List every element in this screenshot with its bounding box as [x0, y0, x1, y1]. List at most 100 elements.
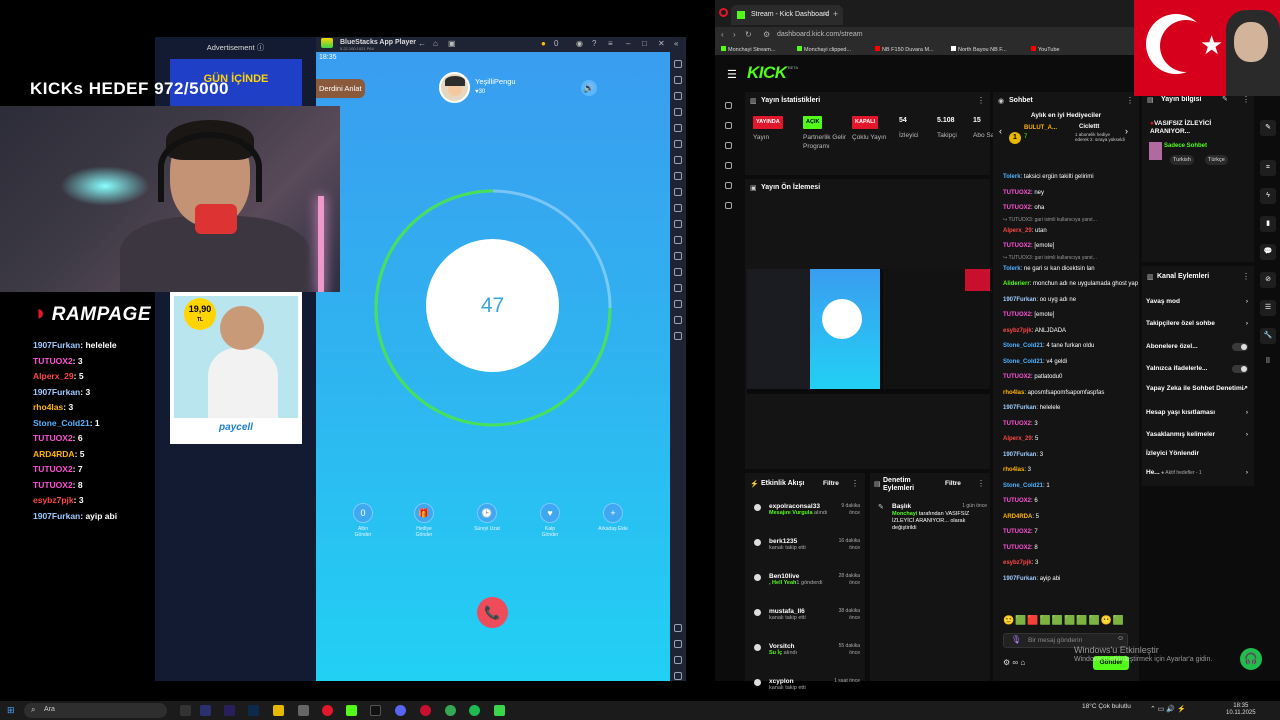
channel-action-row[interactable]: Yavaş mod ›: [1146, 298, 1252, 306]
account-icon[interactable]: ◉: [576, 39, 583, 48]
community-icon[interactable]: [725, 182, 732, 189]
discord-icon[interactable]: [395, 705, 406, 716]
chat-user[interactable]: Alperx_29: [1003, 436, 1032, 442]
tag-turkish[interactable]: Turkish: [1170, 155, 1194, 165]
chat-user[interactable]: rho4las: [1003, 390, 1024, 396]
kick-logo[interactable]: KICK: [747, 63, 787, 83]
minimize-icon[interactable]: –: [626, 39, 630, 48]
pencil-icon[interactable]: ✎: [1260, 120, 1276, 136]
chat-message[interactable]: ARD4RDA: 5: [1003, 510, 1138, 526]
channel-action-row[interactable]: Abonelere özel...: [1146, 343, 1252, 351]
chat-message[interactable]: esybz7pjk: 3: [1003, 556, 1138, 572]
moderation-more-icon[interactable]: ⋮: [977, 479, 985, 488]
wallet-icon[interactable]: ▮: [1260, 216, 1276, 232]
bluestacks-tool-icon[interactable]: [674, 60, 682, 68]
back-icon[interactable]: ←: [418, 39, 426, 48]
bluestacks-tool-icon[interactable]: [674, 656, 682, 664]
channel-action-row[interactable]: He... ● Aktif hedefler - 1 ›: [1146, 469, 1252, 477]
tag-turkce[interactable]: Türkçe: [1205, 155, 1228, 165]
gifters-prev-icon[interactable]: ‹: [999, 126, 1002, 136]
stream-preview-video[interactable]: [747, 269, 990, 394]
bluestacks-tool-icon[interactable]: [674, 672, 682, 680]
chat-user[interactable]: Alperx_29: [1003, 228, 1032, 234]
call-action-button[interactable]: 🎁 Hediye Gönder: [399, 503, 449, 538]
channel-action-row[interactable]: Hesap yaşı kısıtlaması ›: [1146, 409, 1252, 417]
bookmark-item[interactable]: Monchayi Stream...: [721, 46, 775, 53]
activity-event[interactable]: Vorsitch Su İç alındı 55 dakika önce: [754, 643, 864, 657]
site-info-icon[interactable]: ⚙: [763, 30, 770, 39]
channel-action-row[interactable]: Yalnızca ifadelerle...: [1146, 365, 1252, 373]
bluestacks-tool-icon[interactable]: [674, 316, 682, 324]
chat-message[interactable]: 1907Furkan: 3: [1003, 448, 1138, 464]
opera-taskbar-icon[interactable]: [322, 705, 333, 716]
chat-tools-icons[interactable]: ⚙ ∞ ⌂: [1003, 658, 1025, 667]
bluestacks-tool-icon[interactable]: [674, 140, 682, 148]
chat-user[interactable]: Aliderierr: [1003, 281, 1030, 287]
trophy-icon[interactable]: [725, 142, 732, 149]
chat-user[interactable]: TUTUOX2: [1003, 190, 1031, 196]
premiere-rush-icon[interactable]: [224, 705, 235, 716]
notepad-icon[interactable]: [298, 705, 309, 716]
start-icon[interactable]: ⊞: [7, 705, 15, 716]
moderation-icon[interactable]: [725, 162, 732, 169]
home-icon[interactable]: ⌂: [433, 39, 438, 48]
call-action-button[interactable]: + Arkadaş Ekle: [588, 503, 638, 532]
channel-action-row[interactable]: İzleyici Yönlendir: [1146, 450, 1252, 458]
chat-message[interactable]: 1907Furkan: ayip abi: [1003, 572, 1138, 588]
file-explorer-icon[interactable]: [273, 705, 284, 716]
stream-icon[interactable]: [725, 102, 732, 109]
chat-more-icon[interactable]: ⋮: [1126, 96, 1134, 105]
chat-bubble-icon[interactable]: 💬: [1260, 244, 1276, 260]
chat-message[interactable]: TUTUOX2: 6: [1003, 494, 1138, 510]
bluestacks-tool-icon[interactable]: [674, 204, 682, 212]
chat-user[interactable]: 1907Furkan: [1003, 576, 1036, 582]
edit-info-icon[interactable]: ✎: [1222, 95, 1228, 103]
mic-icon[interactable]: 🎙: [1011, 635, 1021, 644]
chat-message[interactable]: Stone_Cold21: 4 tane furkan oldu: [1003, 339, 1138, 355]
bluestacks-tool-icon[interactable]: [674, 640, 682, 648]
activity-event[interactable]: berk1235 kanalı takip etti 16 dakika önce: [754, 538, 864, 552]
channel-actions-more-icon[interactable]: ⋮: [1242, 272, 1250, 281]
chat-message[interactable]: TUTUOX2: patlatodu0: [1003, 370, 1138, 386]
spotify-icon[interactable]: [469, 705, 480, 716]
chat-user[interactable]: Stone_Cold21: [1003, 359, 1043, 365]
stats-more-icon[interactable]: ⋮: [977, 96, 985, 105]
back-arrow-icon[interactable]: ‹: [721, 30, 724, 39]
activity-event[interactable]: expolraconsal33 Mesajını Vurgula alındı 9 …: [754, 503, 864, 517]
menu-icon[interactable]: ≡: [608, 39, 613, 48]
chat-user[interactable]: 1907Furkan: [1003, 297, 1036, 303]
tray-icons[interactable]: ⌃ ▭ 🔊 ⚡: [1150, 705, 1186, 713]
opera-icon[interactable]: [719, 8, 728, 17]
info-more-icon[interactable]: ⋮: [1242, 95, 1250, 104]
bluestacks-tool-icon[interactable]: [674, 284, 682, 292]
premiere-icon[interactable]: [200, 705, 211, 716]
bluestacks-tool-icon[interactable]: [674, 76, 682, 84]
moderation-filter-button[interactable]: Filtre: [945, 480, 961, 487]
chrome-icon[interactable]: [445, 705, 456, 716]
channel-action-row[interactable]: Takipçilere özel sohbe ›: [1146, 320, 1252, 328]
flash-icon[interactable]: ϟ: [1260, 188, 1276, 204]
toggle-switch[interactable]: [1232, 343, 1248, 351]
chat-message[interactable]: TUTUOX2: 7: [1003, 525, 1138, 541]
derdini-anlat-button[interactable]: Derdini Anlat: [316, 79, 365, 98]
chat-message[interactable]: Stone_Cold21: v4 geldi: [1003, 355, 1138, 371]
collapse-sidebar-icon[interactable]: «: [674, 39, 678, 48]
close-icon[interactable]: ✕: [658, 39, 665, 48]
tab-close-icon[interactable]: ✕: [823, 10, 829, 18]
caller-avatar[interactable]: [439, 72, 470, 103]
activity-event[interactable]: Ben10live, Hell Yeah1 gönderdi 28 dakika …: [754, 573, 864, 587]
chat-message[interactable]: Tolerk: taksici ergün takilti gelirimi: [1003, 170, 1138, 186]
chat-message[interactable]: Alperx_29: 5: [1003, 432, 1138, 448]
support-button[interactable]: 🎧: [1240, 648, 1262, 670]
bluestacks-tool-icon[interactable]: [674, 156, 682, 164]
chat-message[interactable]: esybz7pjk: ANLJDADA: [1003, 324, 1138, 340]
chat-user[interactable]: ARD4RDA: [1003, 514, 1032, 520]
chat-message[interactable]: Alperx_29: utan: [1003, 224, 1138, 240]
clip-icon[interactable]: ⌗: [1260, 160, 1276, 176]
obs-icon[interactable]: [370, 705, 381, 716]
chat-user[interactable]: esybz7pjk: [1003, 560, 1032, 566]
emoji-icon[interactable]: ☺: [1117, 635, 1124, 642]
chat-user[interactable]: TUTUOX2: [1003, 498, 1031, 504]
chat-user[interactable]: Stone_Cold21: [1003, 343, 1043, 349]
gifters-next-icon[interactable]: ›: [1125, 126, 1128, 136]
